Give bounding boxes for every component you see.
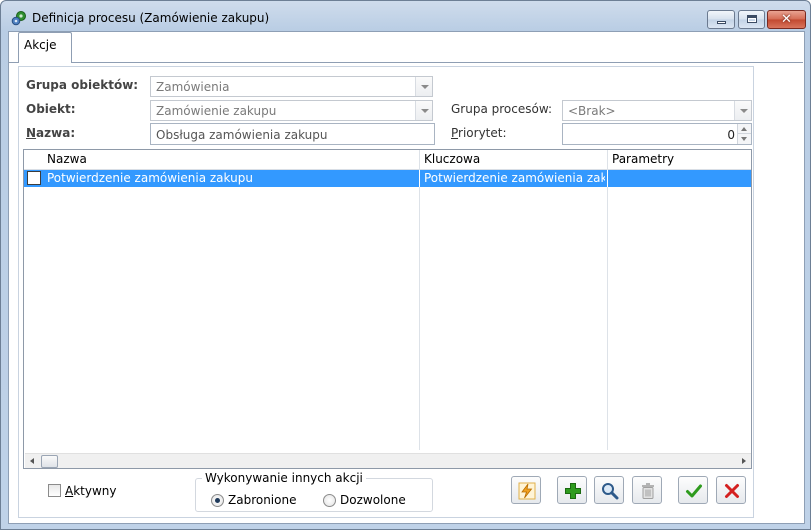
radio-zabronione-label[interactable]: Zabronione: [228, 493, 296, 507]
nazwa-label-rest: azwa:: [36, 126, 76, 140]
gears-app-icon: [11, 11, 26, 26]
obiekt-label: Obiekt:: [26, 102, 76, 116]
grupa-obiektow-combo[interactable]: Zamówienia: [150, 76, 433, 97]
preview-button[interactable]: [594, 476, 624, 504]
obiekt-combo[interactable]: Zamówienie zakupu: [150, 100, 433, 121]
cancel-button[interactable]: [716, 476, 746, 504]
grid-header: Nazwa Kluczowa Parametry: [24, 150, 751, 170]
priorytet-spinner[interactable]: 0: [562, 123, 752, 145]
window-close-button[interactable]: ✕: [767, 10, 806, 29]
nazwa-input[interactable]: Obsługa zamówienia zakupu: [150, 123, 435, 145]
maximize-icon: [747, 15, 757, 23]
window-title: Definicja procesu (Zamówienie zakupu): [32, 11, 270, 25]
nazwa-value: Obsługa zamówienia zakupu: [156, 128, 328, 142]
tab-akcje-label: Akcje: [24, 38, 57, 52]
nazwa-label-mnemonic: N: [26, 126, 37, 140]
close-icon: [725, 484, 739, 498]
priorytet-label-rest: riorytet:: [458, 126, 507, 140]
radio-dozwolone[interactable]: [323, 494, 336, 507]
column-divider: [607, 150, 608, 450]
spin-down-icon[interactable]: [738, 134, 751, 144]
magnifier-icon: [602, 483, 619, 500]
chevron-down-icon[interactable]: [415, 101, 432, 120]
aktywny-checkbox[interactable]: [48, 484, 61, 497]
minimize-button[interactable]: [707, 10, 735, 29]
priorytet-value: 0: [727, 128, 735, 142]
grupa-procesow-value: <Brak>: [568, 104, 616, 118]
row-checkbox[interactable]: [27, 171, 41, 185]
close-x-icon: ✕: [781, 12, 792, 27]
row-kluczowa: Potwierdzenie zamówienia zakupu: [424, 171, 605, 185]
grupa-obiektow-value: Zamówienia: [156, 80, 230, 94]
minimize-icon: [717, 21, 726, 24]
plus-icon: [565, 483, 581, 499]
grupa-procesow-label: Grupa procesów:: [451, 102, 553, 116]
grupa-obiektow-label: Grupa obiektów:: [26, 78, 139, 92]
table-row[interactable]: Potwierdzenie zamówienia zakupu Potwierd…: [24, 170, 751, 187]
spin-up-icon[interactable]: [738, 124, 751, 134]
column-header-nazwa[interactable]: Nazwa: [47, 152, 87, 166]
aktywny-label-mnemonic: A: [65, 484, 74, 498]
actions-grid[interactable]: Nazwa Kluczowa Parametry Potwierdzenie z…: [23, 149, 752, 469]
row-nazwa: Potwierdzenie zamówienia zakupu: [47, 171, 253, 185]
column-header-kluczowa[interactable]: Kluczowa: [424, 152, 480, 166]
check-icon: [686, 484, 702, 498]
chevron-down-icon[interactable]: [734, 101, 751, 120]
execution-groupbox: Wykonywanie innych akcji Zabronione Dozw…: [195, 471, 433, 512]
row-separator: [607, 170, 608, 187]
obiekt-value: Zamówienie zakupu: [156, 104, 277, 118]
nazwa-label: Nazwa:: [26, 126, 75, 140]
lightning-icon: [518, 482, 536, 500]
tab-strip-line: [8, 62, 803, 63]
column-divider: [419, 150, 420, 450]
scroll-thumb[interactable]: [41, 455, 58, 468]
delete-button[interactable]: [632, 476, 662, 504]
groupbox-legend: Wykonywanie innych akcji: [202, 471, 366, 485]
title-bar[interactable]: Definicja procesu (Zamówienie zakupu) ✕: [1, 1, 810, 31]
tab-akcje[interactable]: Akcje: [18, 32, 72, 63]
horizontal-scrollbar[interactable]: [25, 453, 751, 468]
run-action-button[interactable]: [511, 476, 541, 504]
priorytet-label: Priorytet:: [451, 126, 507, 140]
chevron-down-icon[interactable]: [415, 77, 432, 96]
radio-dozwolone-label[interactable]: Dozwolone: [340, 493, 406, 507]
scroll-left-icon[interactable]: [25, 454, 41, 468]
grupa-procesow-combo[interactable]: <Brak>: [562, 100, 752, 121]
spinner-arrows: [737, 124, 751, 144]
aktywny-label[interactable]: Aktywny: [65, 484, 117, 498]
radio-zabronione[interactable]: [211, 494, 224, 507]
trash-icon: [642, 483, 654, 499]
save-button[interactable]: [678, 476, 708, 504]
priorytet-label-mnemonic: P: [451, 126, 459, 140]
scroll-right-icon[interactable]: [736, 454, 751, 468]
maximize-button[interactable]: [738, 10, 765, 29]
add-button[interactable]: [557, 476, 587, 504]
aktywny-label-rest: ktywny: [73, 484, 117, 498]
column-header-parametry[interactable]: Parametry: [612, 152, 674, 166]
row-separator: [419, 170, 420, 187]
